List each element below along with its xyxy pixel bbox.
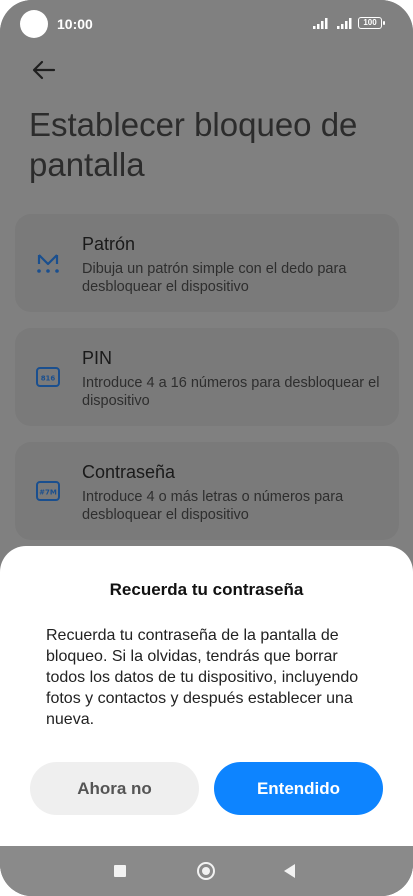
phone-screen: 10:00 100 Establecer bloqueo de pantalla…	[0, 0, 413, 896]
password-icon-text: #7M	[39, 489, 57, 497]
front-camera	[20, 10, 48, 38]
dialog-message: Recuerda tu contraseña de la pantalla de…	[46, 627, 359, 728]
not-now-label: Ahora no	[77, 778, 152, 798]
pin-icon-text: 816	[41, 375, 56, 383]
status-time: 10:00	[57, 16, 93, 32]
nav-back-icon[interactable]	[284, 864, 295, 878]
option-pattern[interactable]: Patrón Dibuja un patrón simple con el de…	[15, 214, 399, 312]
understood-label: Entendido	[256, 778, 341, 798]
pattern-icon	[37, 254, 59, 273]
signal-icon	[313, 18, 328, 29]
not-now-button[interactable]: Ahora no	[30, 762, 199, 815]
signal-icon-2	[337, 18, 352, 29]
option-description: Introduce 4 o más letras o números para …	[82, 489, 344, 523]
option-password[interactable]: #7M Contraseña Introduce 4 o más letras …	[15, 442, 399, 540]
option-description: Introduce 4 a 16 números para desbloquea…	[82, 375, 380, 409]
option-description: Dibuja un patrón simple con el dedo para…	[82, 261, 347, 295]
dialog-title: Recuerda tu contraseña	[109, 580, 304, 599]
home-icon[interactable]	[197, 862, 215, 880]
battery-level: 100	[363, 18, 377, 27]
back-arrow-icon[interactable]	[30, 56, 58, 84]
password-icon: #7M	[36, 481, 60, 501]
option-title: Contraseña	[82, 462, 176, 482]
status-bar: 10:00 100	[0, 0, 413, 48]
pin-icon: 816	[36, 367, 60, 387]
navigation-bar	[0, 846, 413, 896]
option-pin[interactable]: 816 PIN Introduce 4 a 16 números para de…	[15, 328, 399, 426]
option-title: PIN	[82, 348, 113, 368]
option-title: Patrón	[82, 234, 136, 254]
reminder-dialog: Recuerda tu contraseña Recuerda tu contr…	[0, 546, 413, 846]
battery-icon: 100	[358, 17, 385, 29]
page-title: Establecer bloqueo de pantalla	[29, 106, 358, 183]
recents-icon[interactable]	[114, 865, 126, 877]
understood-button[interactable]: Entendido	[214, 762, 383, 815]
